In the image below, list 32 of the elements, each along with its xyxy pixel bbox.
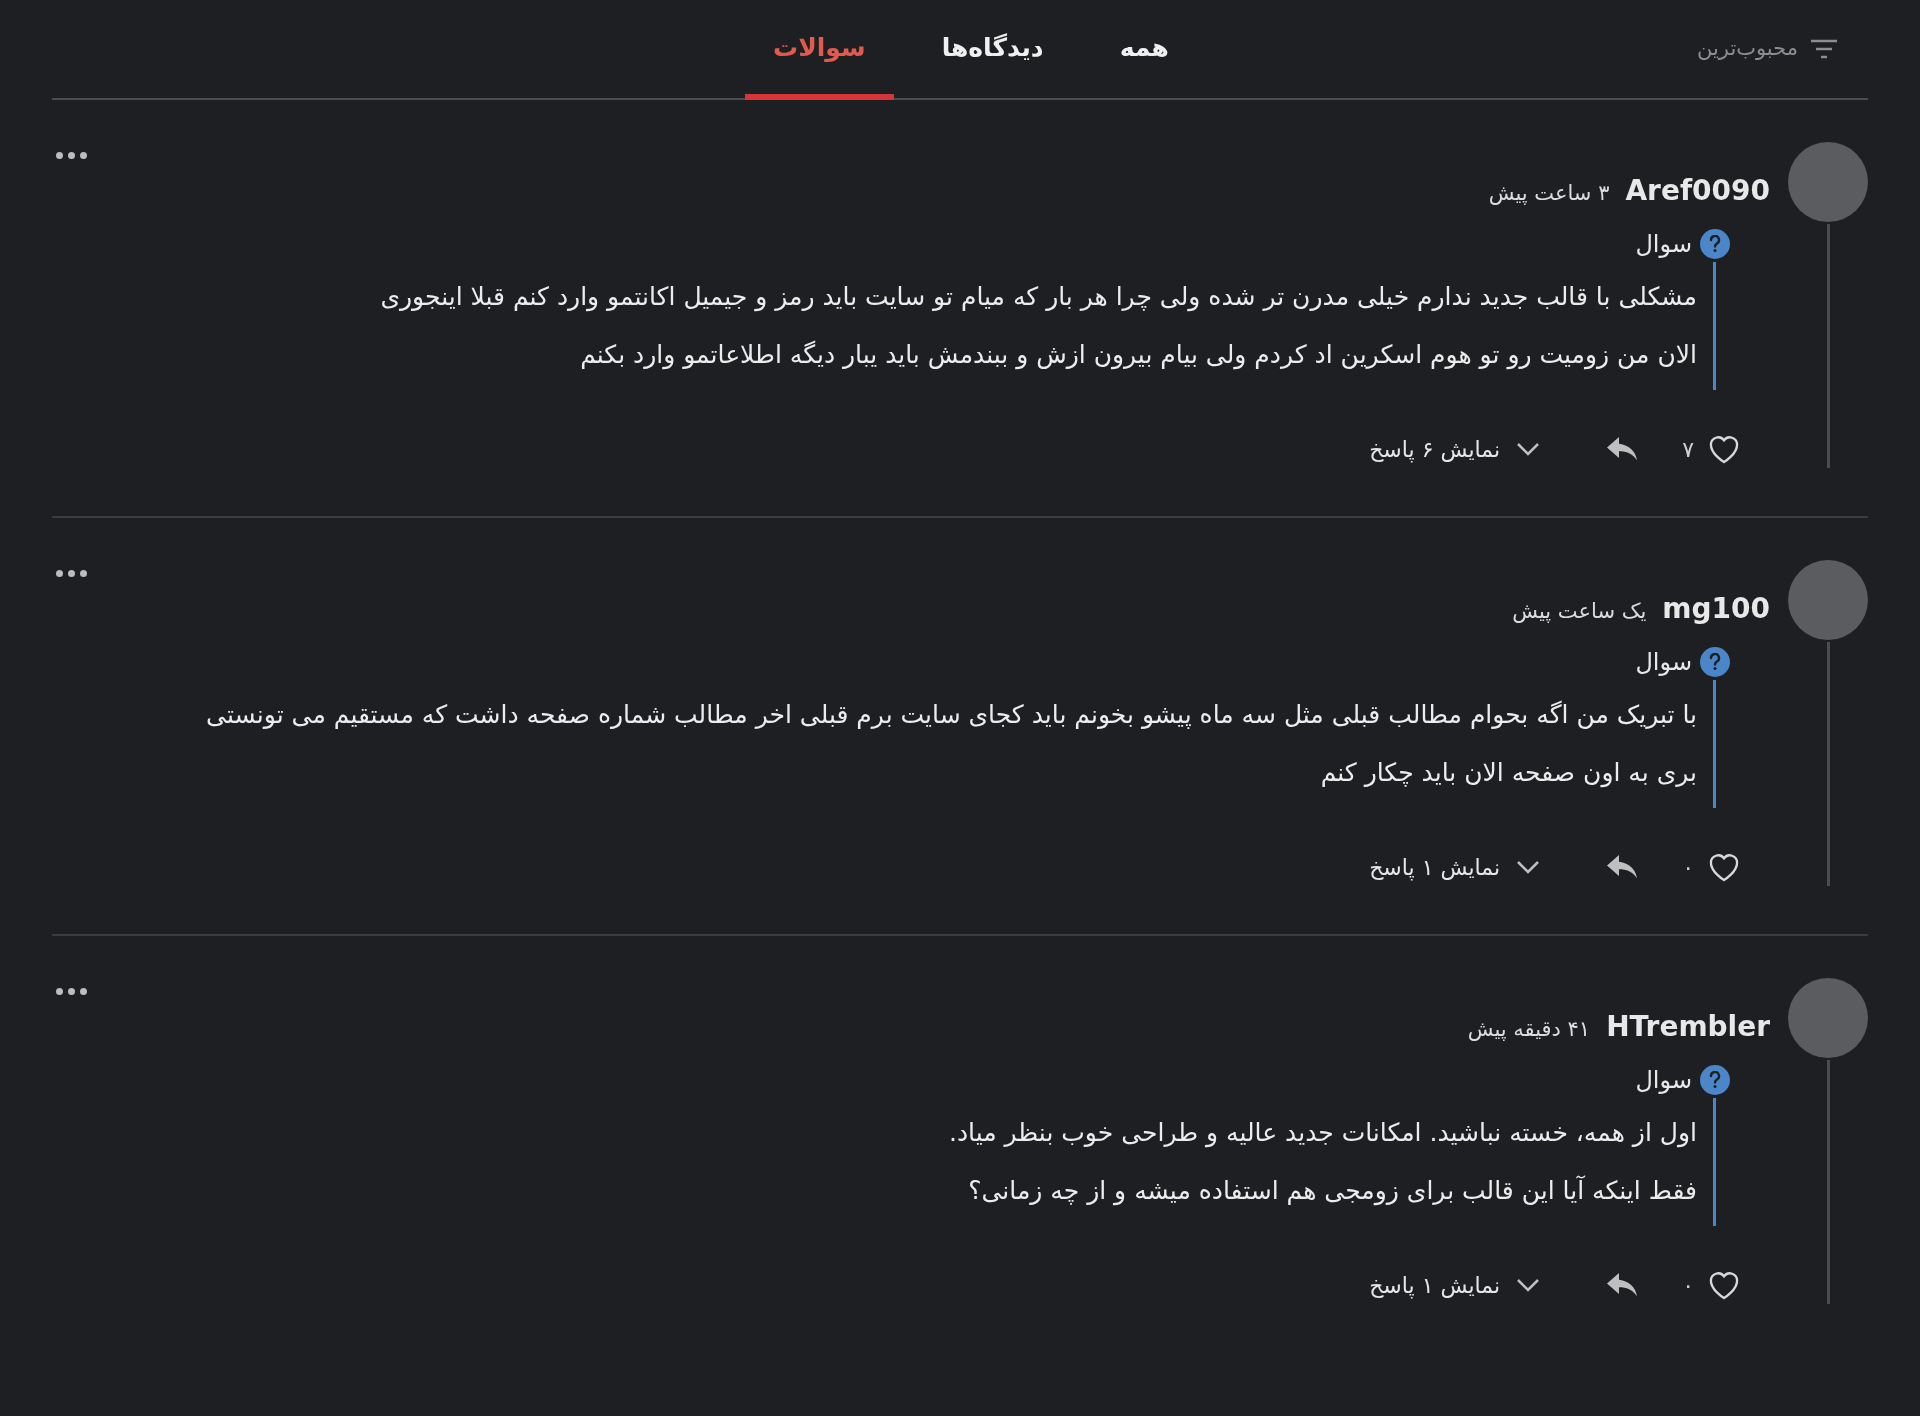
comment-text: مشکلی با قالب جدید ندارم خیلی مدرن تر شده ولی چرا هر بار که میام تو سایت باید رمز و جیمیل اکانتمو وارد کنم قبلا اینجوری (379, 281, 1697, 314)
question-icon (1700, 1065, 1730, 1095)
filter-icon (1810, 38, 1838, 60)
show-replies-button[interactable]: نمایش ۱ پاسخ (1369, 1268, 1541, 1302)
comment-text: اول از همه، خسته نباشید. امکانات جدید عالیه و طراحی خوب بنظر میاد. (947, 1117, 1697, 1150)
tab[interactable]: همه (1091, 28, 1197, 100)
author-name[interactable]: mg100 (1662, 588, 1770, 630)
comment-text: فقط اینکه آیا این قالب برای زومجی هم استفاده میشه و از چه زمانی؟ (967, 1174, 1697, 1208)
chevron-down-icon (1516, 1278, 1541, 1292)
author-name[interactable]: HTrembler (1606, 1006, 1770, 1048)
chevron-down-icon (1516, 442, 1541, 456)
question-icon (1700, 647, 1730, 677)
chevron-down-icon (1516, 860, 1541, 874)
comment-time: ۳ ساعت پیش (1488, 180, 1610, 207)
like-button[interactable]: ۰ (1682, 1268, 1742, 1302)
comment-text: بری به اون صفحه الان باید چکار کنم (1319, 757, 1697, 790)
like-button[interactable]: ۷ (1682, 432, 1742, 466)
sort-button[interactable]: محبوب‌ترین (1696, 33, 1838, 65)
author-name[interactable]: Aref0090 (1625, 170, 1770, 212)
question-icon (1700, 229, 1730, 259)
comment-time: یک ساعت پیش (1512, 598, 1647, 625)
comment-text: الان من زومیت رو تو هوم اسکرین اد کردم ولی بیام بیرون ازش و ببندمش باید یبار دیگه اطلاعاتمو وارد بکنم (579, 339, 1697, 372)
tab[interactable]: سوالات (745, 28, 894, 100)
type-label: سوال (1635, 647, 1692, 678)
show-replies-button[interactable]: نمایش ۱ پاسخ (1369, 850, 1541, 884)
comment-time: ۴۱ دقیقه پیش (1467, 1016, 1591, 1043)
like-button[interactable]: ۰ (1682, 850, 1742, 884)
type-label: سوال (1635, 229, 1692, 260)
comment-text: با تبریک من اگه بحوام مطالب قبلی مثل سه ماه پیشو بخونم باید کجای سایت برم قبلی اخر مطالب شماره صفحه داشت که مستقیم می تونستی (205, 699, 1697, 731)
type-label: سوال (1635, 1065, 1692, 1096)
show-replies-button[interactable]: نمایش ۶ پاسخ (1369, 432, 1541, 466)
tab[interactable]: دیدگاه‌ها (913, 28, 1072, 100)
